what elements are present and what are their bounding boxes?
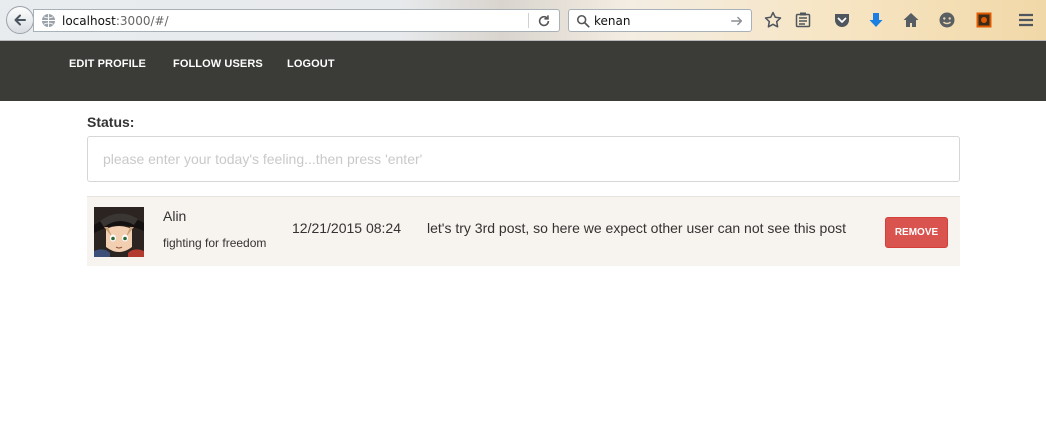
download-icon[interactable]	[866, 10, 886, 30]
bookmark-star-icon[interactable]	[763, 10, 783, 30]
reload-icon[interactable]	[535, 12, 553, 30]
post-user-name[interactable]: Alin	[163, 208, 186, 224]
globe-icon	[40, 13, 56, 29]
go-arrow-icon[interactable]	[729, 13, 745, 29]
nav-logout[interactable]: LOGOUT	[287, 58, 335, 70]
url-text[interactable]: localhost:3000/#/	[62, 14, 169, 28]
status-input[interactable]	[87, 136, 960, 182]
post-row: Alin fighting for freedom 12/21/2015 08:…	[87, 196, 960, 266]
pocket-icon[interactable]	[832, 10, 852, 30]
url-separator	[528, 13, 529, 28]
status-label: Status:	[87, 114, 135, 130]
browser-search-bar[interactable]	[568, 9, 752, 32]
emoji-icon[interactable]	[937, 10, 957, 30]
app-navbar: EDIT PROFILE FOLLOW USERS LOGOUT	[0, 41, 1046, 101]
reading-list-icon[interactable]	[793, 10, 813, 30]
url-path: :3000/#/	[115, 13, 169, 28]
browser-toolbar: localhost:3000/#/	[0, 0, 1046, 41]
post-text: let's try 3rd post, so here we expect ot…	[427, 220, 847, 236]
url-host: localhost	[62, 13, 116, 28]
search-icon	[575, 13, 591, 29]
nav-follow-users[interactable]: FOLLOW USERS	[173, 58, 263, 70]
extension-icon[interactable]	[974, 10, 994, 30]
back-arrow-icon	[14, 14, 26, 26]
avatar	[94, 207, 144, 257]
remove-post-button[interactable]: REMOVE	[885, 217, 948, 248]
hamburger-menu-icon[interactable]	[1016, 10, 1036, 30]
nav-edit-profile[interactable]: EDIT PROFILE	[69, 58, 146, 70]
back-button[interactable]	[6, 6, 34, 34]
post-user-tagline: fighting for freedom	[163, 236, 267, 250]
url-bar[interactable]: localhost:3000/#/	[33, 9, 560, 32]
browser-search-input[interactable]	[594, 13, 724, 28]
post-timestamp: 12/21/2015 08:24	[292, 220, 401, 236]
home-icon[interactable]	[901, 10, 921, 30]
